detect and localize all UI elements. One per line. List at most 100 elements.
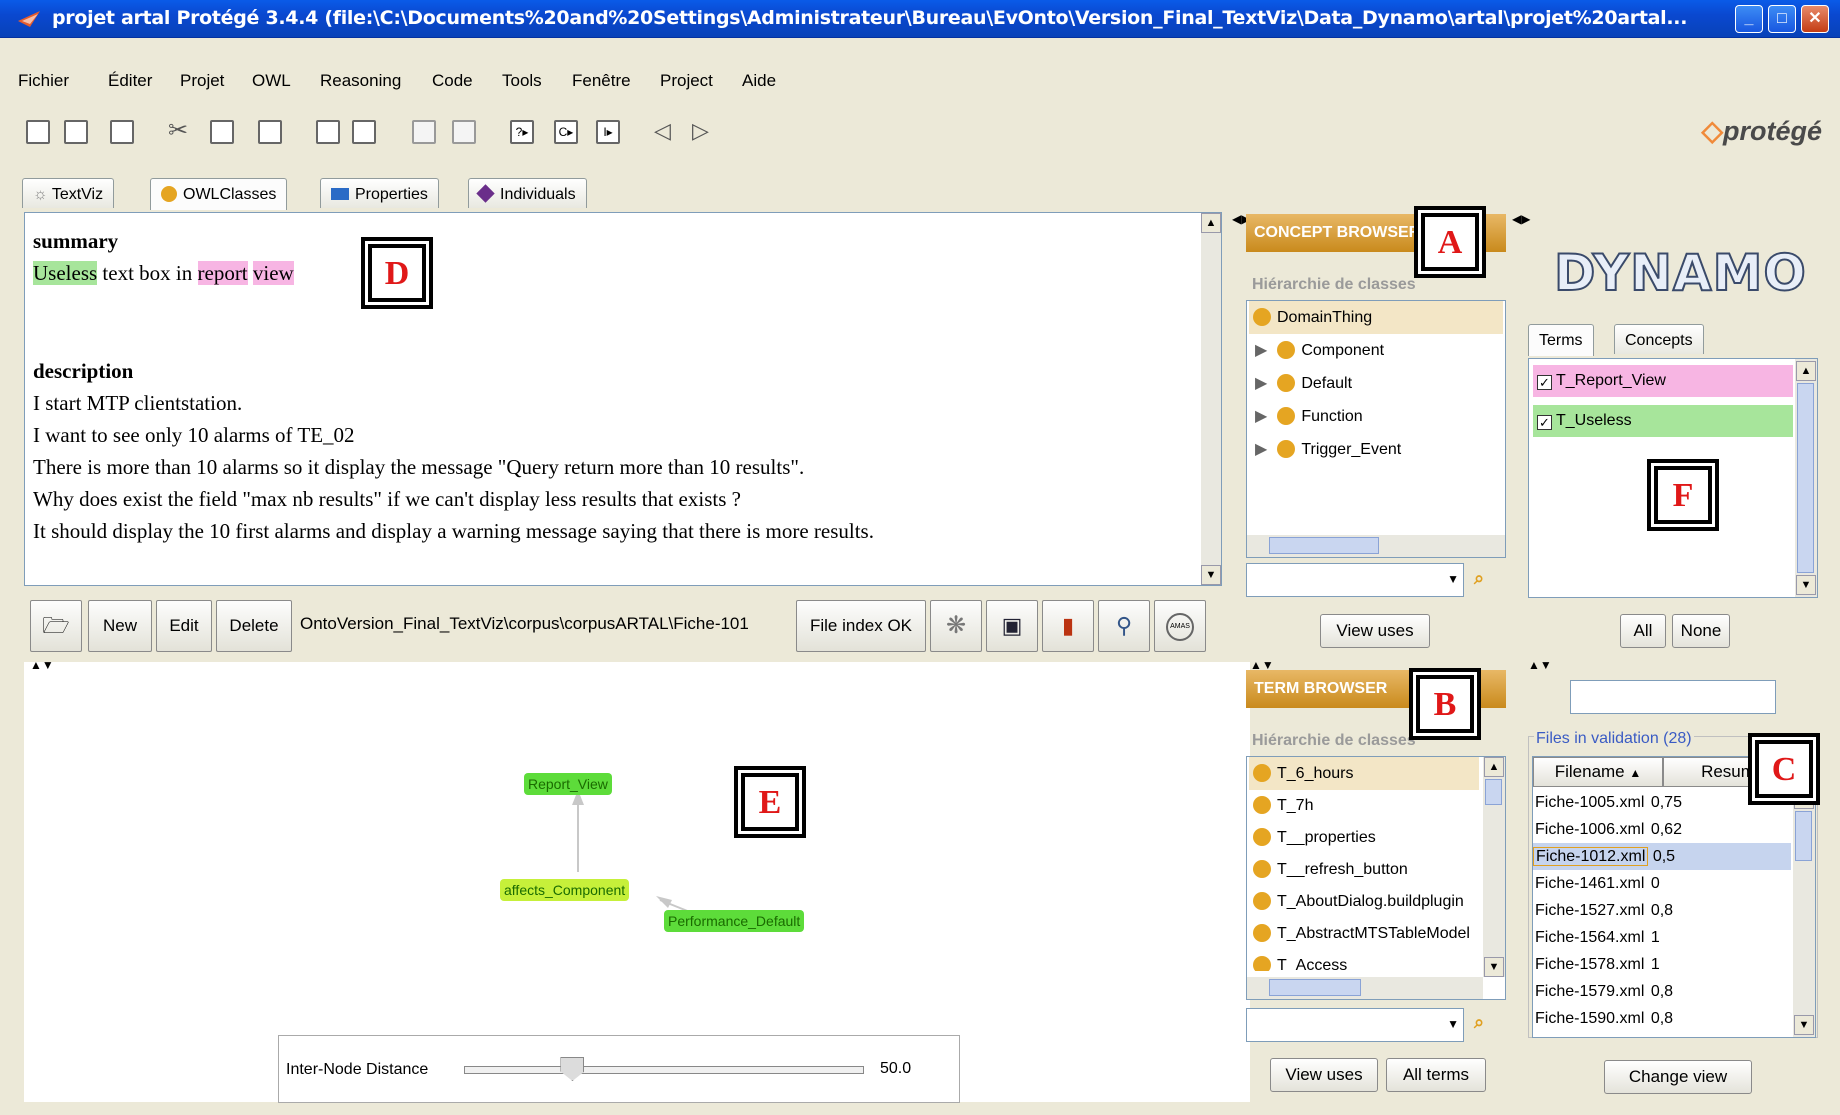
expand-icon[interactable]: ▶	[1255, 441, 1267, 458]
expand-icon[interactable]: ▶	[1255, 375, 1267, 392]
term-vscrollbar[interactable]: ▲ ▼	[1483, 757, 1505, 977]
files-scrollbar[interactable]: ▲ ▼	[1793, 787, 1815, 1037]
callout-d: D	[365, 241, 429, 305]
collapse-right-icon[interactable]: ◀▶	[1512, 212, 1530, 226]
scroll-thumb[interactable]	[1797, 383, 1814, 573]
slider-value: 50.0	[880, 1060, 912, 1077]
file-row[interactable]: Fiche-1461.xml 0	[1533, 870, 1791, 897]
graph-node[interactable]: affects_Component	[500, 879, 630, 901]
scroll-down-icon[interactable]: ▼	[1794, 1015, 1814, 1035]
splitter-arrows-icon[interactable]: ▲▼	[1528, 658, 1552, 672]
file-row[interactable]: Fiche-1590.xml 0,8	[1533, 1005, 1791, 1032]
inter-node-slider[interactable]	[464, 1057, 864, 1081]
protege-logo-icon: ◇	[1701, 115, 1723, 146]
class-dot-icon	[1253, 764, 1271, 782]
dropdown-icon[interactable]: ▼	[1447, 572, 1459, 586]
scroll-up-icon[interactable]: ▲	[1484, 757, 1504, 777]
term-hscrollbar[interactable]	[1247, 977, 1483, 999]
file-row[interactable]: Fiche-1006.xml 0,62	[1533, 816, 1791, 843]
term-item[interactable]: T_Access	[1249, 949, 1347, 971]
concept-tree[interactable]: DomainThing ▶ Component ▶ Default ▶ Functio…	[1246, 300, 1506, 558]
class-dot-icon	[1277, 374, 1296, 392]
graph-node[interactable]: Report_View	[524, 773, 612, 795]
all-terms-button[interactable]: All terms	[1386, 1058, 1486, 1092]
term-check-row[interactable]: ✓ T_Report_View	[1533, 365, 1793, 397]
class-dot-icon	[1277, 407, 1296, 425]
checklist-scrollbar[interactable]: ▲ ▼	[1795, 359, 1817, 597]
maximize-button[interactable]: □	[1768, 5, 1796, 33]
file-row[interactable]: Fiche-1527.xml 0,8	[1533, 897, 1791, 924]
term-item[interactable]: T_AbstractMTSTableModel	[1249, 917, 1477, 950]
file-row-selected[interactable]: Fiche-1012.xml 0,5	[1533, 843, 1791, 870]
callout-a: A	[1418, 210, 1482, 274]
concept-hscrollbar[interactable]	[1247, 535, 1505, 557]
find-icon[interactable]: ⌕	[1474, 1012, 1484, 1033]
files-rows: Fiche-1005.xml 0,75 Fiche-1006.xml 0,62 …	[1533, 789, 1791, 1032]
callout-e: E	[738, 770, 802, 834]
scroll-down-icon[interactable]: ▼	[1796, 575, 1816, 595]
term-list[interactable]: T_6_hours T_7h T__properties T__refresh_…	[1246, 756, 1506, 1000]
term-view-uses-button[interactable]: View uses	[1270, 1058, 1378, 1092]
files-table[interactable]: Filename ▲ Resum Fiche-1005.xml 0,75 Fic…	[1532, 756, 1816, 1038]
term-item[interactable]: T__refresh_button	[1249, 853, 1408, 886]
concept-search-combo[interactable]: ▼	[1246, 563, 1464, 597]
checkbox-checked-icon[interactable]: ✓	[1537, 415, 1552, 430]
concept-view-uses-button[interactable]: View uses	[1320, 614, 1430, 648]
tree-item-default[interactable]: ▶ Default	[1255, 367, 1352, 400]
term-check-row[interactable]: ✓ T_Useless	[1533, 405, 1793, 437]
tree-item-component[interactable]: ▶ Component	[1255, 334, 1384, 367]
class-dot-icon	[1277, 341, 1296, 359]
expand-icon[interactable]: ▶	[1255, 408, 1267, 425]
scroll-up-icon[interactable]: ▲	[1796, 361, 1816, 381]
term-item[interactable]: T_6_hours	[1249, 757, 1479, 790]
callout-c: C	[1752, 737, 1816, 801]
file-filter-input[interactable]	[1570, 680, 1776, 714]
term-search-combo[interactable]: ▼	[1246, 1008, 1464, 1042]
file-row[interactable]: Fiche-1564.xml 1	[1533, 924, 1791, 951]
edge-arrowhead	[656, 896, 672, 908]
scroll-thumb[interactable]	[1269, 537, 1379, 554]
find-icon[interactable]: ⌕	[1474, 568, 1484, 589]
scroll-thumb[interactable]	[1269, 979, 1361, 996]
col-filename-header[interactable]: Filename ▲	[1533, 757, 1663, 787]
scroll-down-icon[interactable]: ▼	[1484, 957, 1504, 977]
files-title: Files in validation (28)	[1534, 730, 1694, 748]
file-row[interactable]: Fiche-1005.xml 0,75	[1533, 789, 1791, 816]
term-item[interactable]: T__properties	[1249, 821, 1376, 854]
select-all-button[interactable]: All	[1620, 614, 1666, 648]
tree-item-root[interactable]: DomainThing	[1249, 301, 1503, 334]
select-none-button[interactable]: None	[1672, 614, 1730, 648]
file-row[interactable]: Fiche-1578.xml 1	[1533, 951, 1791, 978]
checkbox-checked-icon[interactable]: ✓	[1537, 375, 1552, 390]
graph-node[interactable]: Performance_Default	[664, 910, 805, 932]
sort-asc-icon: ▲	[1629, 766, 1642, 780]
change-view-button[interactable]: Change view	[1604, 1060, 1752, 1094]
tree-item-trigger-event[interactable]: ▶ Trigger_Event	[1255, 433, 1401, 466]
term-hierarchy-label: Hiérarchie de classes	[1252, 732, 1416, 749]
term-item[interactable]: T_AboutDialog.buildplugin	[1249, 885, 1477, 918]
expand-icon[interactable]: ▶	[1255, 342, 1267, 359]
callout-f: F	[1651, 463, 1715, 527]
term-item[interactable]: T_7h	[1249, 789, 1313, 822]
class-dot-icon	[1253, 892, 1271, 910]
tab-terms[interactable]: Terms	[1528, 324, 1594, 356]
slider-label: Inter-Node Distance	[286, 1061, 429, 1078]
class-dot-icon	[1253, 924, 1271, 942]
tab-concepts[interactable]: Concepts	[1614, 324, 1704, 354]
class-dot-icon	[1253, 828, 1271, 846]
class-dot-icon	[1277, 440, 1296, 458]
dropdown-icon[interactable]: ▼	[1447, 1017, 1459, 1031]
minimize-button[interactable]: _	[1735, 5, 1763, 33]
close-button[interactable]: ✕	[1801, 5, 1829, 33]
file-row[interactable]: Fiche-1579.xml 0,8	[1533, 978, 1791, 1005]
class-dot-icon	[1253, 956, 1271, 971]
tree-item-function[interactable]: ▶ Function	[1255, 400, 1363, 433]
class-dot-icon	[1253, 308, 1271, 326]
graph-edges	[572, 790, 691, 913]
protege-logo: ◇protégé	[1701, 115, 1822, 146]
scroll-thumb[interactable]	[1485, 779, 1502, 805]
callout-b: B	[1413, 672, 1477, 736]
scroll-thumb[interactable]	[1795, 811, 1812, 861]
class-dot-icon	[1253, 796, 1271, 814]
concept-hierarchy-label: Hiérarchie de classes	[1252, 276, 1416, 293]
